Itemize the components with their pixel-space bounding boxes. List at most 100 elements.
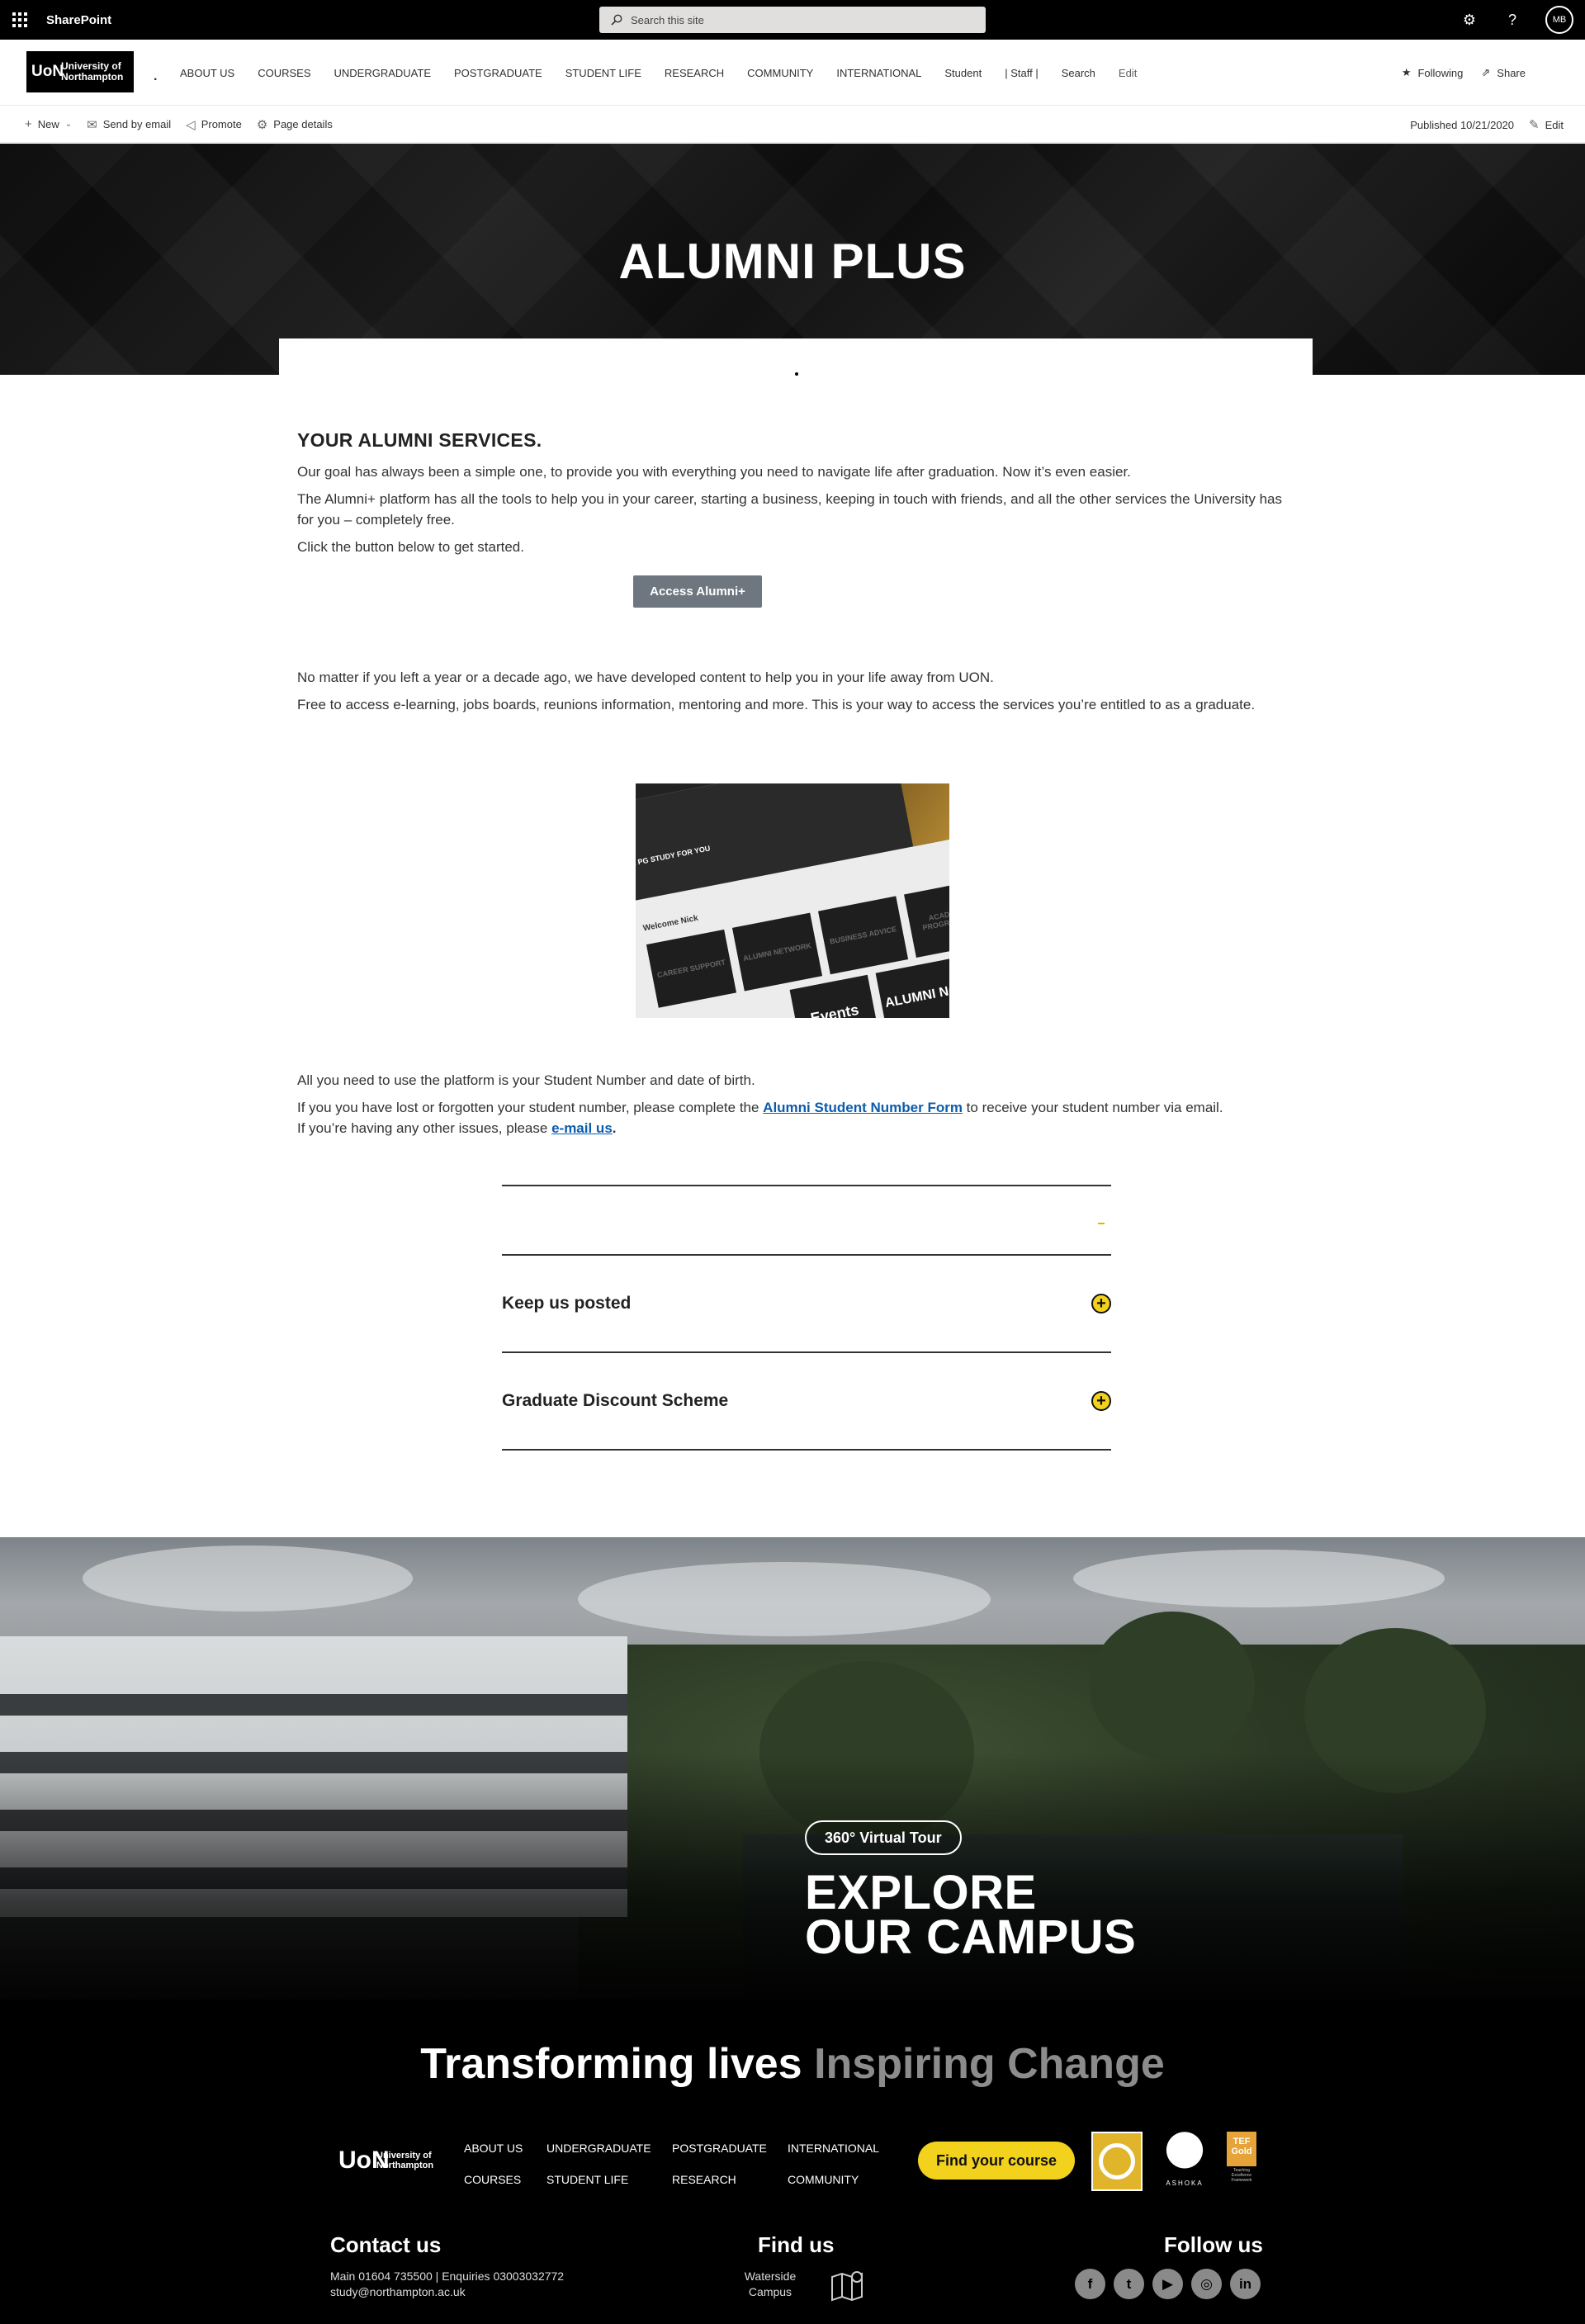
- top-navigation: ABOUT US COURSES UNDERGRADUATE POSTGRADU…: [180, 40, 1160, 106]
- tef-gold-badge: TEF Gold Teaching Excellence Framework: [1225, 2132, 1258, 2191]
- accordion-item-graduate-discount[interactable]: Graduate Discount Scheme +: [502, 1351, 1111, 1449]
- screenshot-tile: ACADEMIC PROGRESSION: [904, 879, 949, 958]
- facebook-icon[interactable]: f: [1075, 2269, 1105, 2299]
- page-title: ALUMNI PLUS: [618, 234, 967, 289]
- share-label: Share: [1497, 66, 1526, 79]
- mail-icon: ✉: [87, 117, 97, 132]
- plus-icon: +: [25, 117, 32, 131]
- nav-search[interactable]: Search: [1062, 67, 1095, 79]
- find-us-line-2: Campus: [748, 2285, 792, 2298]
- following-label: Following: [1417, 66, 1464, 79]
- contact-email[interactable]: study@northampton.ac.uk: [330, 2284, 564, 2300]
- find-us-location[interactable]: Waterside Campus: [733, 2269, 807, 2300]
- screenshot-tile: BUSINESS ADVICE: [818, 896, 909, 975]
- map-pin-icon[interactable]: [829, 2265, 867, 2303]
- footer-nav-undergraduate[interactable]: UNDERGRADUATE: [546, 2142, 672, 2155]
- nav-research[interactable]: RESEARCH: [665, 67, 724, 79]
- nav-staff[interactable]: | Staff |: [1005, 67, 1038, 79]
- footer-nav-international[interactable]: INTERNATIONAL: [788, 2142, 887, 2155]
- site-search-input[interactable]: Search this site: [599, 7, 986, 33]
- contact-details: Main 01604 735500 | Enquiries 0300303277…: [330, 2269, 564, 2300]
- contact-heading: Contact us: [330, 2232, 442, 2257]
- footer-nav-community[interactable]: COMMUNITY: [788, 2173, 887, 2186]
- footer-logo[interactable]: UoN University of Northampton: [338, 2132, 446, 2189]
- nav-undergraduate[interactable]: UNDERGRADUATE: [334, 67, 432, 79]
- find-us-line-1: Waterside: [744, 2270, 797, 2283]
- virtual-tour-button[interactable]: 360° Virtual Tour: [805, 1820, 962, 1855]
- nav-edit[interactable]: Edit: [1119, 67, 1137, 79]
- screenshot-tile: ALUMNI Ne: [875, 958, 949, 1018]
- footer-navigation: ABOUT US UNDERGRADUATE POSTGRADUATE INTE…: [464, 2142, 887, 2186]
- intro-paragraph-3: Click the button below to get started.: [297, 539, 524, 555]
- accordion: Keep us posted + Graduate Discount Schem…: [502, 1185, 1111, 1451]
- find-your-course-button[interactable]: Find your course: [918, 2142, 1075, 2180]
- third-p2-text: If you you have lost or forgotten your s…: [297, 1100, 764, 1115]
- third-paragraph-3: If you’re having any other issues, pleas…: [297, 1118, 1304, 1138]
- settings-gear-icon[interactable]: ⚙: [1460, 10, 1479, 30]
- expand-plus-icon[interactable]: +: [1091, 1391, 1111, 1411]
- edit-label: Edit: [1545, 118, 1564, 131]
- nav-international[interactable]: INTERNATIONAL: [836, 67, 921, 79]
- footer-nav-about-us[interactable]: ABOUT US: [464, 2142, 546, 2155]
- follow-us-heading: Follow us: [1164, 2232, 1263, 2257]
- accordion-label: Keep us posted: [502, 1294, 632, 1313]
- nav-student[interactable]: Student: [944, 67, 982, 79]
- access-alumni-button[interactable]: Access Alumni+: [633, 575, 762, 608]
- edit-button[interactable]: ✎ Edit: [1529, 117, 1564, 132]
- screenshot-tile: ALUMNI NETWORK: [731, 912, 823, 992]
- tagline-part-1: Transforming lives: [420, 2040, 802, 2088]
- footer-logo-text-1: University of: [376, 2151, 432, 2161]
- share-button[interactable]: ⇗ Share: [1481, 66, 1526, 79]
- share-icon: ⇗: [1481, 66, 1491, 78]
- student-number-form-link[interactable]: Alumni Student Number Form: [763, 1100, 963, 1115]
- accordion-empty-row: [502, 1185, 1111, 1254]
- promote-button[interactable]: ◁ Promote: [186, 117, 242, 132]
- youtube-icon[interactable]: ▶: [1152, 2269, 1183, 2299]
- nav-postgraduate[interactable]: POSTGRADUATE: [454, 67, 542, 79]
- instagram-icon[interactable]: ◎: [1191, 2269, 1222, 2299]
- new-button[interactable]: + New ⌄: [25, 117, 72, 131]
- site-title[interactable]: .: [154, 69, 157, 84]
- email-us-link[interactable]: e-mail us: [551, 1120, 613, 1136]
- nav-community[interactable]: COMMUNITY: [747, 67, 813, 79]
- sharepoint-brand[interactable]: SharePoint: [46, 13, 111, 27]
- tagline-part-2: Inspiring Change: [814, 2040, 1165, 2088]
- suite-bar: SharePoint Search this site ⚙ ? MB: [0, 0, 1585, 40]
- footer-logo-text-2: Northampton: [376, 2161, 434, 2170]
- footer-nav-courses[interactable]: COURSES: [464, 2173, 546, 2186]
- third-p3-text: If you’re having any other issues, pleas…: [297, 1120, 552, 1136]
- promote-label: Promote: [201, 118, 242, 130]
- user-avatar[interactable]: MB: [1545, 6, 1573, 34]
- accordion-item-keep-us-posted[interactable]: Keep us posted +: [502, 1254, 1111, 1351]
- gear-icon: ⚙: [256, 117, 268, 132]
- hero-content-band: [279, 338, 1313, 375]
- nav-courses[interactable]: COURSES: [258, 67, 310, 79]
- chevron-down-icon: ⌄: [64, 120, 73, 129]
- university-logo[interactable]: UoN University of Northampton: [26, 51, 134, 92]
- search-icon: [611, 14, 622, 26]
- logo-text-line2: Northampton: [61, 71, 124, 83]
- ashoka-badge: ASHOKA: [1151, 2132, 1218, 2193]
- logo-mark: UoN: [31, 63, 64, 80]
- app-launcher-icon[interactable]: [0, 0, 40, 40]
- nav-about-us[interactable]: ABOUT US: [180, 67, 234, 79]
- second-paragraph-2: Free to access e-learning, jobs boards, …: [297, 697, 1256, 712]
- send-by-email-button[interactable]: ✉ Send by email: [87, 117, 171, 132]
- explore-campus-heading[interactable]: EXPLORE OUR CAMPUS: [805, 1866, 1136, 1962]
- intro-paragraph-1: Our goal has always been a simple one, t…: [297, 464, 1131, 480]
- nav-student-life[interactable]: STUDENT LIFE: [565, 67, 641, 79]
- footer-nav-research[interactable]: RESEARCH: [672, 2173, 788, 2186]
- screenshot-tile: CAREER SUPPORT: [646, 929, 737, 1008]
- twitter-icon[interactable]: t: [1114, 2269, 1144, 2299]
- expand-plus-icon[interactable]: +: [1091, 1294, 1111, 1313]
- page-details-button[interactable]: ⚙ Page details: [257, 117, 333, 132]
- explore-line-1: EXPLORE: [805, 1866, 1037, 1919]
- command-bar: + New ⌄ ✉ Send by email ◁ Promote ⚙ Page deta…: [0, 106, 1585, 143]
- footer-nav-student-life[interactable]: STUDENT LIFE: [546, 2173, 672, 2186]
- following-button[interactable]: ★ Following: [1402, 66, 1464, 79]
- tef-sublabel: Teaching Excellence Framework: [1231, 2168, 1252, 2183]
- second-paragraph-1: No matter if you left a year or a decade…: [297, 670, 994, 685]
- footer-nav-postgraduate[interactable]: POSTGRADUATE: [672, 2142, 788, 2155]
- linkedin-icon[interactable]: in: [1230, 2269, 1261, 2299]
- help-icon[interactable]: ?: [1502, 10, 1522, 30]
